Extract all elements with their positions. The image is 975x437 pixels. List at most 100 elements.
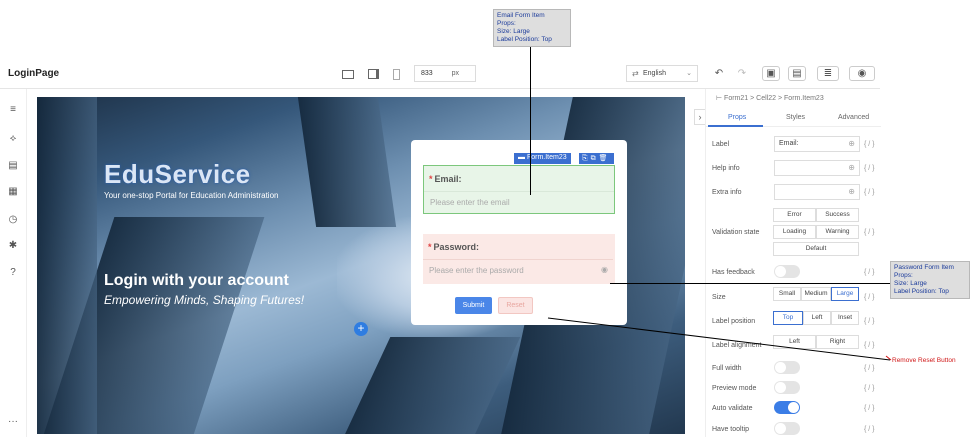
desktop-icon bbox=[342, 69, 354, 79]
breadcrumb-item[interactable]: Form.Item23 bbox=[784, 95, 824, 102]
fx-toggle[interactable]: { / } bbox=[864, 294, 875, 301]
outline-icon[interactable]: ≡ bbox=[6, 103, 20, 117]
fx-toggle[interactable]: { / } bbox=[864, 342, 875, 349]
password-placeholder: Please enter the password bbox=[429, 266, 524, 275]
fx-toggle[interactable]: { / } bbox=[864, 365, 875, 372]
fx-toggle[interactable]: { / } bbox=[864, 189, 875, 196]
extra-info-input[interactable]: ⊕ bbox=[774, 184, 860, 200]
more-icon[interactable]: ··· bbox=[6, 415, 20, 429]
building-bottom-center bbox=[343, 337, 521, 434]
label-position-label: Label position bbox=[712, 318, 756, 325]
add-component-button[interactable]: + bbox=[354, 322, 368, 336]
preview-icon[interactable]: ◉ bbox=[849, 66, 875, 81]
canvas-width-input[interactable]: 833 px bbox=[414, 65, 476, 82]
tab-styles[interactable]: Styles bbox=[786, 114, 805, 121]
desktop-view-button[interactable] bbox=[341, 67, 355, 81]
selected-form-item-name: Form.Item23 bbox=[526, 154, 567, 161]
canvas-width-value: 833 bbox=[421, 70, 433, 77]
auto-validate-toggle[interactable] bbox=[774, 401, 800, 414]
preview-mode-toggle[interactable] bbox=[774, 381, 800, 394]
submit-button[interactable]: Submit bbox=[455, 297, 492, 314]
history-icon[interactable]: ◷ bbox=[6, 213, 20, 227]
password-label: * Password: bbox=[428, 242, 479, 252]
breadcrumb-item[interactable]: Cell22 bbox=[756, 95, 776, 102]
label-alignment-label: Label alignment bbox=[712, 342, 762, 349]
label-position-inset[interactable]: Inset bbox=[831, 311, 859, 325]
building-left-tall bbox=[37, 97, 97, 434]
validation-option-error[interactable]: Error bbox=[773, 208, 816, 222]
data-source-icon[interactable]: ▤ bbox=[6, 159, 20, 173]
breadcrumb-icon: ⊢ bbox=[716, 95, 725, 102]
save-as-icon[interactable]: ▤ bbox=[788, 66, 806, 81]
password-input[interactable]: Please enter the password ◉ bbox=[423, 259, 613, 281]
have-tooltip-label: Have tooltip bbox=[712, 426, 749, 433]
building-top-center bbox=[297, 97, 397, 227]
fx-toggle[interactable]: { / } bbox=[864, 269, 875, 276]
breadcrumb-separator: > bbox=[777, 95, 783, 102]
email-note-line-3: Size: Large bbox=[497, 28, 530, 35]
email-input[interactable]: Please enter the email bbox=[424, 191, 614, 213]
fx-toggle[interactable]: { / } bbox=[864, 318, 875, 325]
breadcrumb-item[interactable]: Form21 bbox=[724, 95, 748, 102]
email-form-item[interactable]: * Email: Please enter the email bbox=[423, 165, 615, 214]
size-option-large[interactable]: Large bbox=[831, 287, 859, 301]
full-width-toggle[interactable] bbox=[774, 361, 800, 374]
size-option-medium[interactable]: Medium bbox=[801, 287, 831, 301]
format-icon[interactable]: ≣ bbox=[817, 66, 839, 81]
globe-icon[interactable]: ⊕ bbox=[848, 163, 855, 172]
validation-option-default[interactable]: Default bbox=[773, 242, 859, 256]
hero-subtitle: Empowering Minds, Shaping Futures! bbox=[104, 293, 305, 307]
reset-annotation-note: Remove Reset Button bbox=[892, 357, 956, 364]
password-form-item[interactable]: * Password: Please enter the password ◉ bbox=[423, 234, 615, 284]
template-icon[interactable]: ▦ bbox=[6, 185, 20, 199]
globe-icon[interactable]: ⊕ bbox=[848, 139, 855, 148]
tablet-view-button[interactable] bbox=[366, 67, 380, 81]
label-position-left[interactable]: Left bbox=[803, 311, 831, 325]
tab-advanced[interactable]: Advanced bbox=[838, 114, 869, 121]
save-icon[interactable]: ▣ bbox=[762, 66, 780, 81]
label-alignment-left[interactable]: Left bbox=[773, 335, 816, 349]
mobile-view-button[interactable] bbox=[389, 67, 403, 81]
globe-icon[interactable]: ⊕ bbox=[848, 187, 855, 196]
help-info-input[interactable]: ⊕ bbox=[774, 160, 860, 176]
has-feedback-toggle[interactable] bbox=[774, 265, 800, 278]
label-input[interactable]: Email: ⊕ bbox=[774, 136, 860, 152]
have-tooltip-toggle[interactable] bbox=[774, 422, 800, 435]
tablet-icon bbox=[367, 69, 379, 79]
fx-toggle[interactable]: { / } bbox=[864, 426, 875, 433]
top-toolbar: LoginPage 833 px ⇄ English ⌄ ↶ ↷ ▣ ▤ ≣ ◉ bbox=[0, 59, 880, 89]
tab-props[interactable]: Props bbox=[728, 114, 746, 121]
validation-option-loading[interactable]: Loading bbox=[773, 225, 816, 239]
form-item-toolbar[interactable]: ⎘⧉🗑 bbox=[579, 153, 614, 164]
design-canvas[interactable]: EduService Your one-stop Portal for Educ… bbox=[37, 97, 685, 434]
fx-toggle[interactable]: { / } bbox=[864, 229, 875, 236]
validation-option-warning[interactable]: Warning bbox=[816, 225, 859, 239]
email-note-line-1: Email Form Item bbox=[497, 12, 545, 19]
email-label-text: Email: bbox=[434, 174, 462, 184]
language-value: English bbox=[643, 70, 666, 77]
email-annotation-line bbox=[530, 47, 531, 195]
label-alignment-right[interactable]: Right bbox=[816, 335, 859, 349]
bug-icon[interactable]: ✱ bbox=[6, 239, 20, 253]
size-option-small[interactable]: Small bbox=[773, 287, 801, 301]
email-note-line-2: Props: bbox=[497, 20, 516, 27]
validation-option-success[interactable]: Success bbox=[816, 208, 859, 222]
language-select[interactable]: ⇄ English ⌄ bbox=[626, 65, 698, 82]
language-icon: ⇄ bbox=[632, 69, 639, 78]
components-icon[interactable]: ⟡ bbox=[6, 132, 20, 146]
auto-validate-label: Auto validate bbox=[712, 405, 753, 412]
reset-button[interactable]: Reset bbox=[498, 297, 533, 314]
required-mark: * bbox=[429, 174, 433, 184]
extra-info-label: Extra info bbox=[712, 189, 742, 196]
fx-toggle[interactable]: { / } bbox=[864, 141, 875, 148]
help-icon[interactable]: ? bbox=[6, 266, 20, 280]
eye-icon[interactable]: ◉ bbox=[601, 265, 608, 274]
label-position-top[interactable]: Top bbox=[773, 311, 803, 325]
validation-state-label: Validation state bbox=[712, 229, 760, 236]
fx-toggle[interactable]: { / } bbox=[864, 165, 875, 172]
undo-icon[interactable]: ↶ bbox=[710, 66, 728, 81]
fx-toggle[interactable]: { / } bbox=[864, 385, 875, 392]
fx-toggle[interactable]: { / } bbox=[864, 405, 875, 412]
redo-icon[interactable]: ↷ bbox=[733, 66, 751, 81]
full-width-label: Full width bbox=[712, 365, 742, 372]
